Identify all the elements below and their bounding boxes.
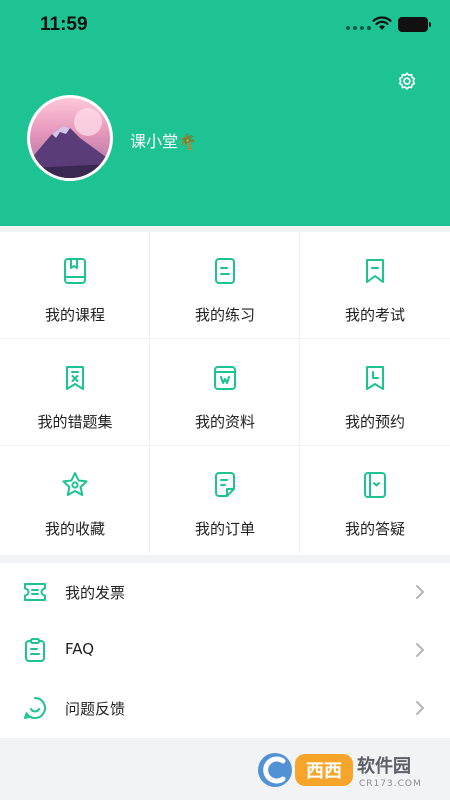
practice-icon	[215, 258, 235, 284]
cellular-signal-icon	[346, 26, 371, 30]
list-item-label: 问题反馈	[65, 700, 126, 718]
order-icon	[215, 472, 235, 497]
grid-item-my-favorites[interactable]: 我的收藏	[0, 446, 150, 553]
materials-icon	[214, 366, 236, 390]
status-time: 11:59	[40, 14, 88, 35]
avatar[interactable]	[27, 95, 113, 181]
grid-item-label: 我的资料	[194, 413, 255, 431]
grid-item-my-materials[interactable]: 我的资料	[150, 339, 300, 446]
grid-item-label: 我的收藏	[44, 520, 105, 538]
chevron-right-icon	[416, 643, 424, 657]
grid-item-wrong-questions[interactable]: 我的错题集	[0, 339, 150, 446]
svg-text:软件园: 软件园	[357, 755, 411, 777]
grid-item-my-practice[interactable]: 我的练习	[150, 232, 300, 339]
grid-item-my-qa[interactable]: 我的答疑	[300, 446, 450, 553]
palm-tree-emoji: 🌴	[178, 133, 197, 151]
mountain-avatar-image	[30, 108, 110, 178]
svg-text:CR173.COM: CR173.COM	[359, 779, 422, 789]
grid-item-label: 我的课程	[44, 306, 105, 324]
grid-item-my-courses[interactable]: 我的课程	[0, 232, 150, 339]
grid-item-my-appointments[interactable]: 我的预约	[300, 339, 450, 446]
grid-item-label: 我的答疑	[344, 520, 405, 538]
list-item-invoice[interactable]: 我的发票	[0, 563, 450, 621]
grid-item-my-orders[interactable]: 我的订单	[150, 446, 300, 553]
settings-gear-icon[interactable]	[396, 70, 418, 92]
list-item-label: 我的发票	[65, 584, 126, 602]
faq-clipboard-icon	[25, 638, 45, 662]
settings-list: 我的发票 FAQ 问题反馈	[0, 563, 450, 738]
star-icon	[62, 472, 88, 496]
grid-item-label: 我的考试	[344, 306, 405, 324]
grid-item-label: 我的错题集	[37, 413, 113, 431]
svg-text:西西: 西西	[306, 761, 342, 782]
list-item-feedback[interactable]: 问题反馈	[0, 679, 450, 737]
grid-item-my-exams[interactable]: 我的考试	[300, 232, 450, 339]
feedback-icon	[24, 697, 46, 719]
list-item-faq[interactable]: FAQ	[0, 621, 450, 679]
feature-grid: 我的课程 我的练习 我的考试 我的错题集 我的资料 我的预约 我的收藏 我的订单…	[0, 232, 450, 555]
exam-bookmark-icon	[366, 259, 384, 283]
username: 课小堂🌴	[130, 128, 197, 152]
qa-icon	[364, 472, 386, 498]
grid-item-label: 我的练习	[194, 306, 255, 324]
grid-item-label: 我的订单	[194, 520, 255, 538]
invoice-icon	[24, 583, 46, 601]
book-icon	[64, 258, 86, 284]
username-text: 课小堂	[130, 132, 179, 151]
wifi-icon	[372, 16, 392, 30]
appointment-icon	[366, 366, 384, 390]
watermark-logo: 西西 软件园 CR173.COM	[258, 753, 422, 789]
grid-item-label: 我的预约	[344, 413, 405, 431]
chevron-right-icon	[416, 701, 424, 715]
wrong-questions-icon	[66, 366, 84, 390]
list-item-label: FAQ	[65, 640, 95, 658]
profile-header: 11:59 课小堂🌴	[0, 0, 450, 226]
chevron-right-icon	[416, 585, 424, 599]
status-bar: 11:59	[0, 0, 450, 50]
battery-icon	[398, 17, 431, 32]
